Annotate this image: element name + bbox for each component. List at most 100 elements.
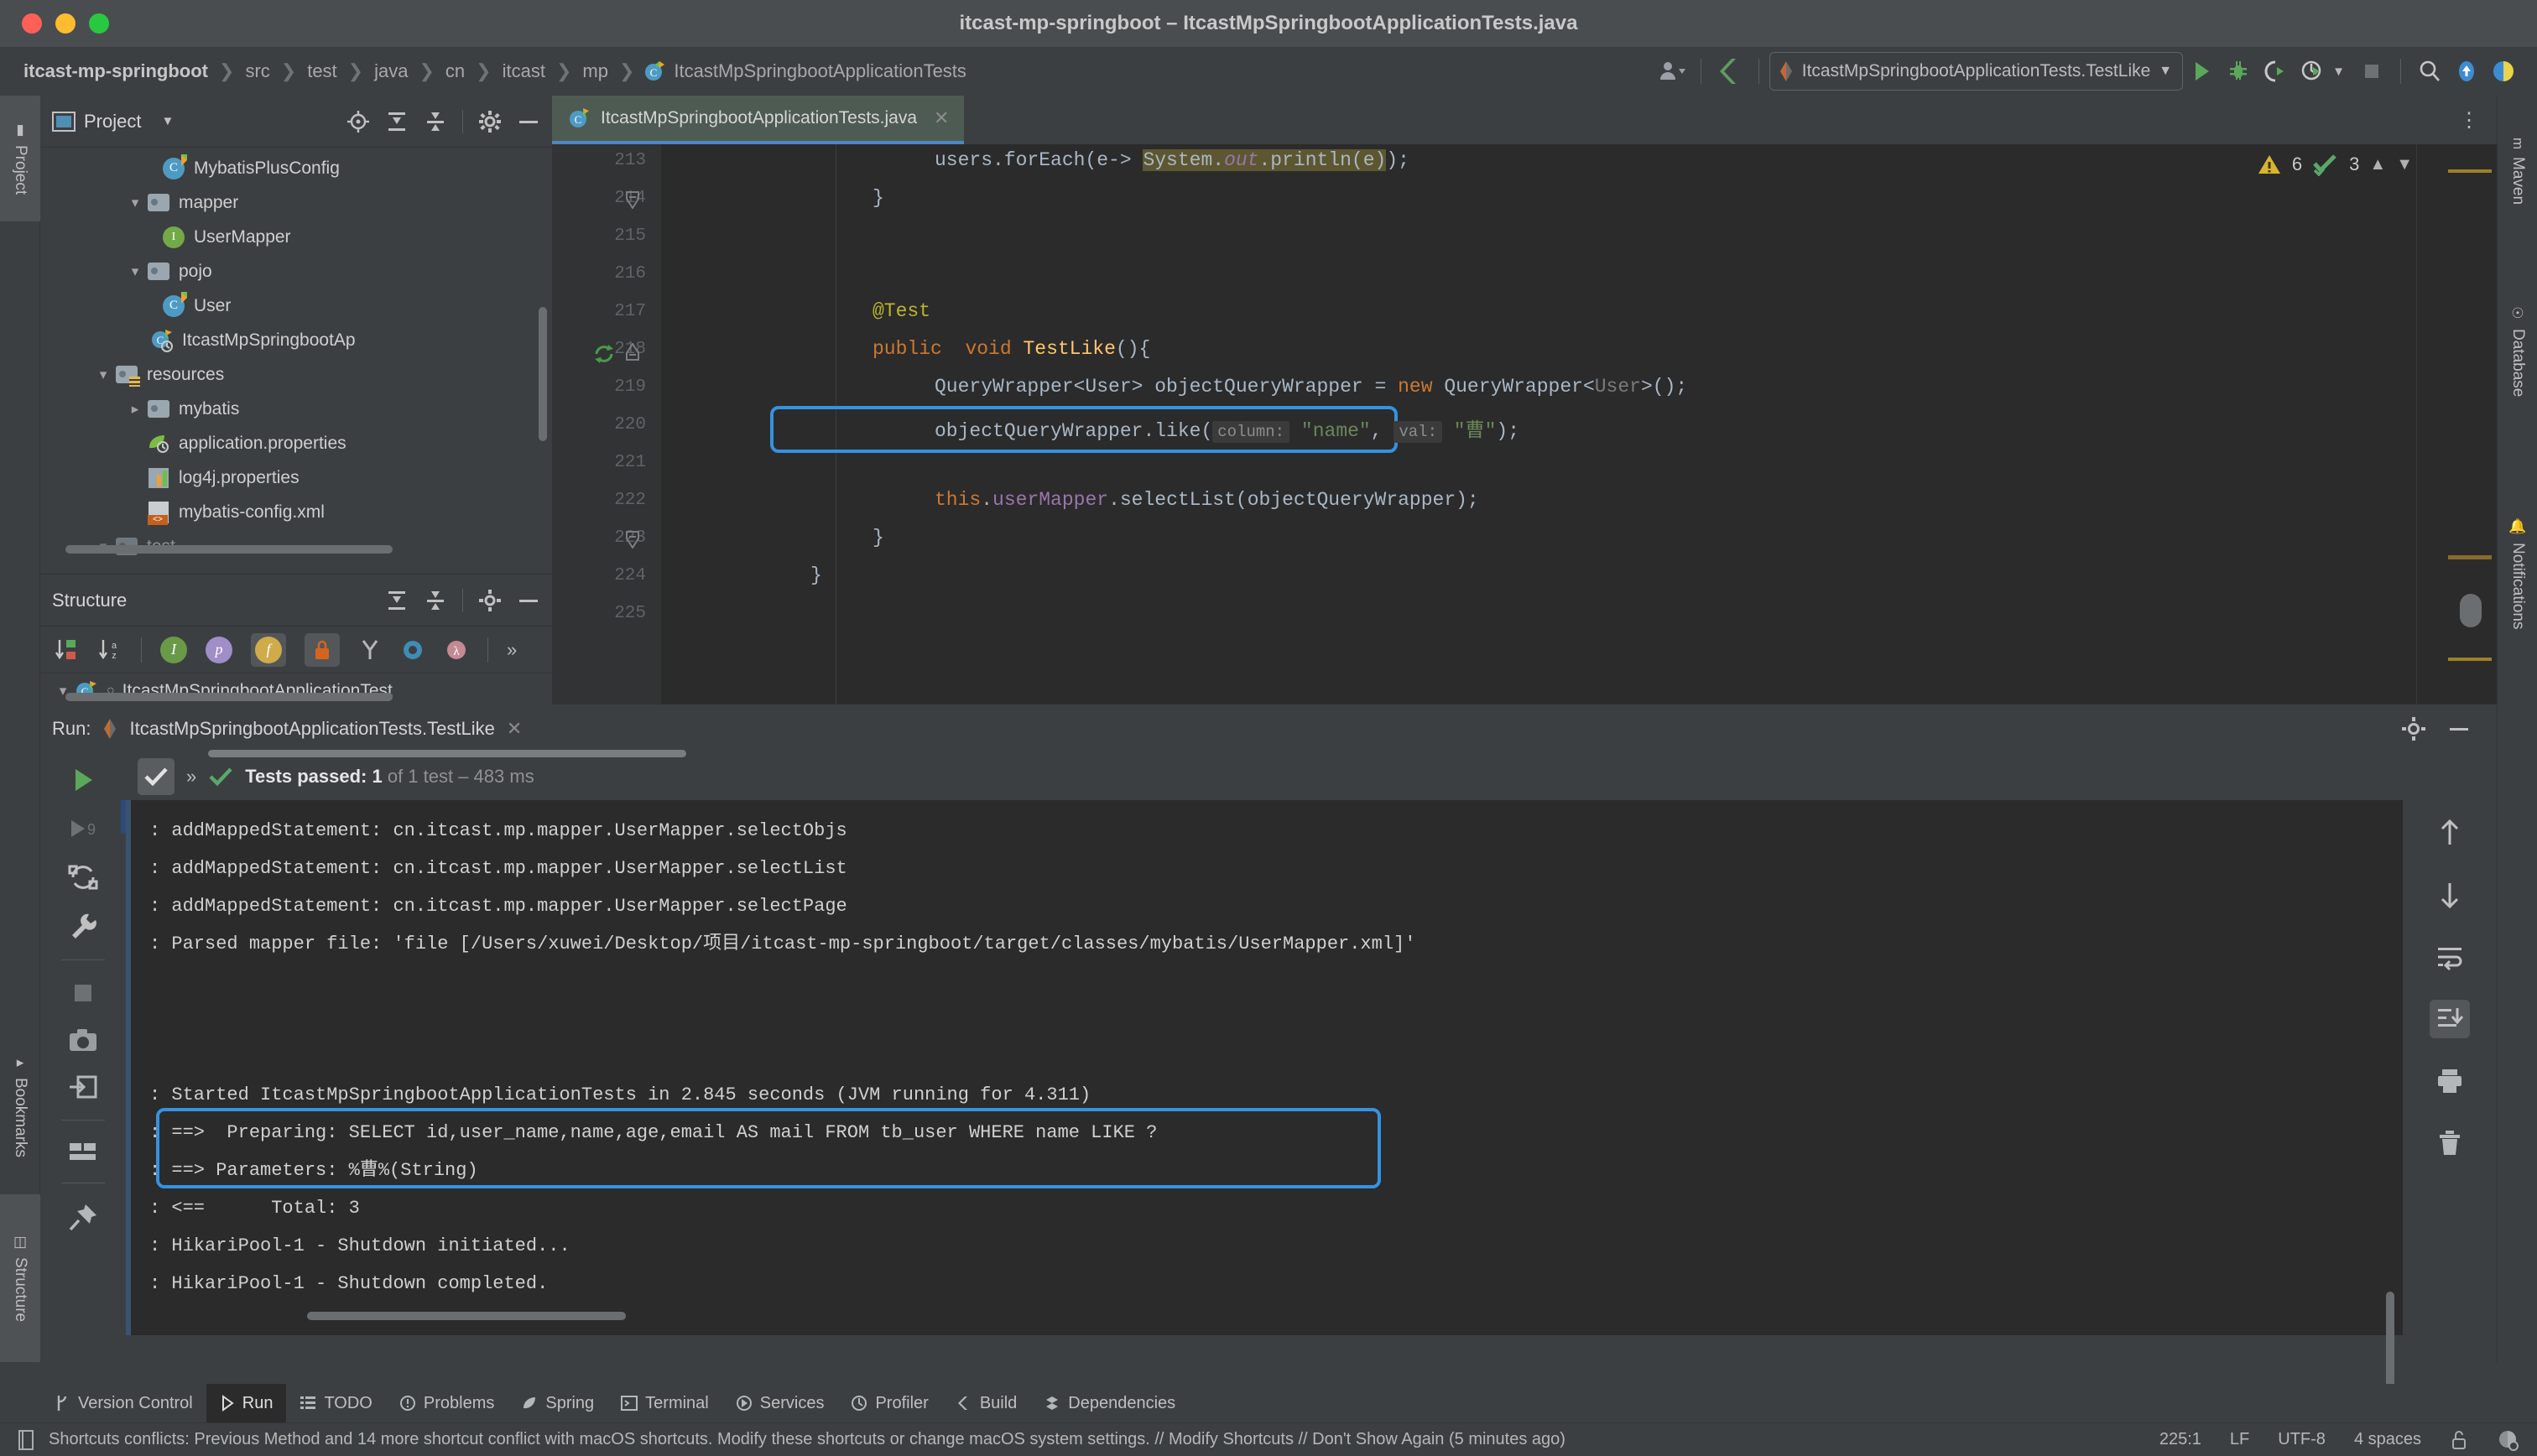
rerun-icon[interactable] bbox=[66, 765, 100, 795]
chevron-down-icon[interactable]: ▾ bbox=[124, 263, 146, 280]
debug-icon[interactable] bbox=[2220, 53, 2257, 90]
editor-tab-itcastmpspringbootapplicationtests[interactable]: C ItcastMpSpringbootApplicationTests.jav… bbox=[552, 96, 964, 144]
sidebar-item-database[interactable]: ☉ Database bbox=[2498, 255, 2537, 448]
close-icon[interactable]: ✕ bbox=[507, 718, 522, 740]
tree-item-user[interactable]: C User bbox=[40, 289, 552, 323]
gear-icon[interactable] bbox=[478, 589, 502, 612]
run-configuration-selector[interactable]: ItcastMpSpringbootApplicationTests.TestL… bbox=[1769, 52, 2183, 91]
run-console-output[interactable]: : addMappedStatement: cn.itcast.mp.mappe… bbox=[126, 800, 2403, 1335]
tree-item-pojo[interactable]: ▾ pojo bbox=[40, 254, 552, 289]
chevron-right-icon[interactable]: ▸ bbox=[124, 401, 146, 418]
inherited-icon[interactable]: I bbox=[160, 637, 187, 663]
breadcrumb-item-5[interactable]: itcast bbox=[501, 60, 547, 82]
run-with-coverage-icon[interactable] bbox=[2257, 53, 2294, 90]
rerun-automatically-icon[interactable] bbox=[67, 862, 99, 892]
status-message[interactable]: Shortcuts conflicts: Previous Method and… bbox=[49, 1430, 1565, 1449]
more-icon[interactable]: » bbox=[507, 639, 517, 661]
breadcrumb-item-1[interactable]: src bbox=[243, 60, 271, 82]
project-tree-horizontal-scrollbar[interactable] bbox=[65, 545, 393, 554]
bottom-tab-spring[interactable]: Spring bbox=[508, 1384, 607, 1422]
project-tree-vertical-scrollbar[interactable] bbox=[539, 307, 547, 441]
previous-problem-icon[interactable]: ▲ bbox=[2369, 155, 2386, 174]
scroll-to-end-icon[interactable] bbox=[2430, 1000, 2470, 1038]
editor-vertical-scrollbar[interactable] bbox=[2460, 594, 2482, 627]
bottom-tab-profiler[interactable]: Profiler bbox=[837, 1384, 941, 1422]
hide-panel-icon[interactable] bbox=[517, 110, 540, 133]
structure-horizontal-scrollbar[interactable] bbox=[65, 693, 393, 701]
trash-icon[interactable] bbox=[2430, 1124, 2470, 1162]
sort-by-visibility-icon[interactable] bbox=[54, 637, 79, 663]
interface-filter-icon[interactable] bbox=[400, 637, 425, 663]
bottom-tab-services[interactable]: Services bbox=[722, 1384, 838, 1422]
tree-item-mybatis[interactable]: ▸ mybatis bbox=[40, 392, 552, 426]
sidebar-item-notifications[interactable]: 🔔 Notifications bbox=[2498, 456, 2537, 691]
bottom-tab-todo[interactable]: TODO bbox=[286, 1384, 385, 1422]
more-options-icon[interactable]: ⋮ bbox=[2459, 108, 2482, 133]
breadcrumb[interactable]: itcast-mp-springboot ❯ src ❯ test ❯ java… bbox=[22, 60, 968, 82]
bottom-tab-build[interactable]: Build bbox=[942, 1384, 1030, 1422]
fold-marker-icon[interactable] bbox=[624, 530, 641, 549]
sidebar-item-project[interactable]: ▮ Project bbox=[0, 96, 40, 221]
stop-icon[interactable] bbox=[2353, 53, 2390, 90]
run-toolbar[interactable]: 9 bbox=[40, 753, 126, 1384]
collapse-all-icon[interactable] bbox=[424, 110, 447, 133]
build-icon[interactable] bbox=[1711, 53, 1748, 90]
layout-icon[interactable] bbox=[67, 1139, 99, 1164]
inspection-summary[interactable]: 6 3 ▲ ▼ bbox=[2257, 153, 2413, 176]
file-encoding[interactable]: UTF-8 bbox=[2278, 1430, 2326, 1449]
tree-item-mybatisplusconfig[interactable]: C MybatisPlusConfig bbox=[40, 151, 552, 185]
expand-all-icon[interactable] bbox=[385, 110, 409, 133]
breadcrumb-item-3[interactable]: java bbox=[372, 60, 409, 82]
tree-item-itcastmpspringbootapp[interactable]: C ItcastMpSpringbootAp bbox=[40, 323, 552, 357]
sidebar-item-structure[interactable]: ◫ Structure bbox=[0, 1194, 40, 1362]
properties-icon[interactable]: p bbox=[206, 637, 232, 663]
indent-setting[interactable]: 4 spaces bbox=[2354, 1430, 2421, 1449]
run-panel-config-name[interactable]: ItcastMpSpringbootApplicationTests.TestL… bbox=[129, 718, 494, 740]
project-tree[interactable]: C MybatisPlusConfig ▾ mapper I UserMappe… bbox=[40, 148, 552, 559]
tree-item-test[interactable]: ▾ test bbox=[40, 529, 552, 559]
show-passed-toggle[interactable] bbox=[138, 758, 175, 795]
run-icon[interactable] bbox=[2183, 53, 2220, 90]
search-icon[interactable] bbox=[2411, 53, 2448, 90]
soft-wrap-icon[interactable] bbox=[2430, 938, 2470, 976]
tree-item-application-properties[interactable]: application.properties bbox=[40, 426, 552, 460]
sort-alphabetically-icon[interactable]: a z bbox=[97, 637, 122, 663]
editor-gutter[interactable]: 213 214 215 216 217 218 219 220 221 222 … bbox=[552, 144, 661, 705]
next-problem-icon[interactable]: ▼ bbox=[2396, 155, 2413, 174]
ide-icon[interactable] bbox=[2485, 53, 2522, 90]
ide-settings-icon[interactable] bbox=[2497, 1429, 2519, 1451]
chevron-down-icon[interactable]: ▼ bbox=[2159, 64, 2172, 79]
bottom-tab-run[interactable]: Run bbox=[206, 1384, 287, 1422]
screenshot-icon[interactable] bbox=[67, 1026, 99, 1054]
chevron-down-icon[interactable]: ▼ bbox=[161, 114, 174, 128]
scroll-down-icon[interactable] bbox=[2430, 876, 2470, 914]
chevron-down-icon[interactable]: ▾ bbox=[92, 367, 114, 383]
collapse-all-icon[interactable] bbox=[424, 589, 447, 612]
fold-marker-icon[interactable] bbox=[624, 190, 641, 209]
bottom-tab-terminal[interactable]: Terminal bbox=[607, 1384, 722, 1422]
pin-icon[interactable] bbox=[67, 1202, 99, 1232]
update-icon[interactable] bbox=[2448, 53, 2485, 90]
rerun-failed-icon[interactable]: 9 bbox=[66, 814, 100, 844]
hide-panel-icon[interactable] bbox=[2446, 716, 2472, 741]
user-icon[interactable] bbox=[1654, 53, 1690, 90]
hide-panel-icon[interactable] bbox=[517, 589, 540, 612]
settings-wrench-icon[interactable] bbox=[67, 911, 99, 941]
bottom-tab-version-control[interactable]: Version Control bbox=[40, 1384, 206, 1422]
breadcrumb-item-0[interactable]: itcast-mp-springboot bbox=[22, 60, 210, 82]
code-viewport[interactable]: 213 214 215 216 217 218 219 220 221 222 … bbox=[552, 144, 2497, 705]
scroll-up-icon[interactable] bbox=[2430, 814, 2470, 852]
console-horizontal-scrollbar[interactable] bbox=[307, 1312, 626, 1320]
gear-icon[interactable] bbox=[2401, 716, 2426, 741]
console-side-toolbar[interactable] bbox=[2403, 800, 2497, 1335]
lambda-icon[interactable]: λ bbox=[444, 637, 469, 663]
tree-item-mybatis-config-xml[interactable]: mybatis-config.xml bbox=[40, 495, 552, 529]
non-public-filter-button[interactable] bbox=[305, 633, 340, 667]
structure-filter-toolbar[interactable]: a z I p f bbox=[40, 627, 552, 673]
chevron-down-icon[interactable]: ▾ bbox=[124, 195, 146, 211]
expand-tests-icon[interactable]: » bbox=[186, 766, 196, 788]
breadcrumb-item-6[interactable]: mp bbox=[581, 60, 610, 82]
breadcrumb-item-4[interactable]: cn bbox=[444, 60, 466, 82]
line-separator[interactable]: LF bbox=[2230, 1430, 2249, 1449]
export-icon[interactable] bbox=[68, 1073, 98, 1101]
